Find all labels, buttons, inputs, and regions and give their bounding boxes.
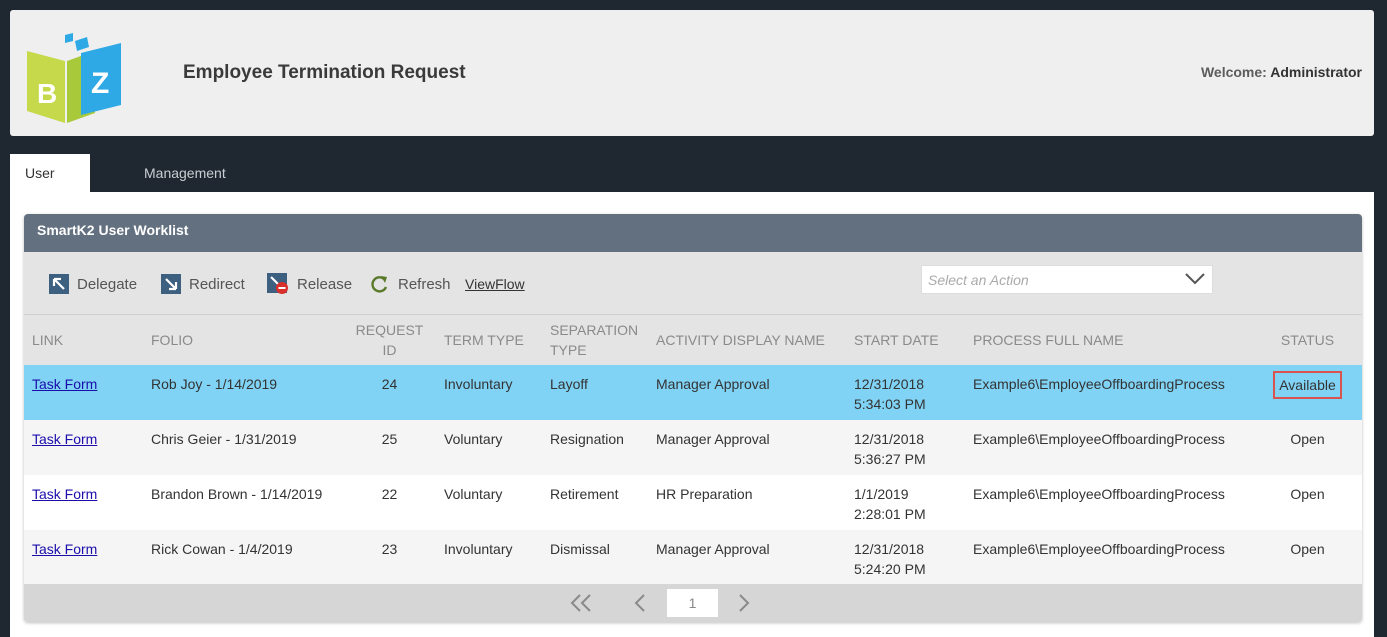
separation-type-cell: Resignation xyxy=(550,430,624,447)
table-row[interactable]: Task Form Rob Joy - 1/14/2019 24 Involun… xyxy=(24,364,1362,420)
request-id-cell: 23 xyxy=(381,540,398,557)
col-header-status[interactable]: STATUS xyxy=(1253,315,1362,365)
status-badge: Available xyxy=(1273,370,1342,399)
task-form-link[interactable]: Task Form xyxy=(32,431,97,447)
status-cell: Open xyxy=(1290,485,1325,502)
welcome-user: Administrator xyxy=(1270,64,1362,80)
col-header-separation-line2: TYPE xyxy=(550,341,587,358)
pagination: 1 xyxy=(24,584,1362,622)
start-time: 5:34:03 PM xyxy=(854,395,926,412)
redirect-label: Redirect xyxy=(189,275,245,293)
col-header-process[interactable]: PROCESS FULL NAME xyxy=(965,315,1253,365)
request-id-cell: 25 xyxy=(381,430,398,447)
welcome-text: Welcome: Administrator xyxy=(1201,64,1362,80)
svg-text:B: B xyxy=(37,78,57,109)
worklist-panel: SmartK2 User Worklist Delegate Redirect xyxy=(24,214,1362,622)
col-header-link[interactable]: LINK xyxy=(24,315,143,365)
chevron-down-icon xyxy=(1185,273,1205,285)
start-date: 12/31/2018 xyxy=(854,430,925,447)
start-date-cell: 12/31/2018 5:34:03 PM xyxy=(846,365,965,420)
start-date: 12/31/2018 xyxy=(854,540,925,557)
first-page-icon[interactable] xyxy=(569,592,593,614)
delegate-button[interactable]: Delegate xyxy=(49,273,137,295)
worklist-table: LINK FOLIO REQUEST ID TERM TYPE SEPARATI… xyxy=(24,314,1362,585)
term-type-cell: Involuntary xyxy=(444,375,513,392)
page-title: Employee Termination Request xyxy=(183,62,466,83)
folio-cell: Rob Joy - 1/14/2019 xyxy=(151,375,278,392)
request-id-cell: 22 xyxy=(381,485,398,502)
process-cell: Example6\EmployeeOffboardingProcess xyxy=(973,485,1225,502)
refresh-icon xyxy=(371,276,388,293)
col-header-separation-type[interactable]: SEPARATION TYPE xyxy=(542,315,648,365)
svg-text:Z: Z xyxy=(91,67,109,100)
start-date-cell: 12/31/2018 5:36:27 PM xyxy=(846,420,965,475)
process-cell: Example6\EmployeeOffboardingProcess xyxy=(973,375,1225,392)
folio-cell: Chris Geier - 1/31/2019 xyxy=(151,430,297,447)
term-type-cell: Voluntary xyxy=(444,485,503,502)
bz-logo: B Z xyxy=(27,33,121,123)
start-time: 2:28:01 PM xyxy=(854,505,926,522)
table-row[interactable]: Task Form Rick Cowan - 1/4/2019 23 Invol… xyxy=(24,529,1362,585)
table-row[interactable]: Task Form Brandon Brown - 1/14/2019 22 V… xyxy=(24,474,1362,530)
panel-title: SmartK2 User Worklist xyxy=(24,214,1362,252)
start-time: 5:24:20 PM xyxy=(854,560,926,577)
status-cell: Open xyxy=(1290,430,1325,447)
folio-cell: Rick Cowan - 1/4/2019 xyxy=(151,540,293,557)
task-form-link[interactable]: Task Form xyxy=(32,486,97,502)
folio-cell: Brandon Brown - 1/14/2019 xyxy=(151,485,323,502)
redirect-button[interactable]: Redirect xyxy=(161,273,245,295)
activity-cell: Manager Approval xyxy=(656,430,770,447)
activity-cell: HR Preparation xyxy=(656,485,753,502)
release-button[interactable]: Release xyxy=(267,273,352,295)
term-type-cell: Voluntary xyxy=(444,430,503,447)
col-header-request-id[interactable]: REQUEST ID xyxy=(343,315,436,365)
release-icon xyxy=(267,273,288,294)
activity-cell: Manager Approval xyxy=(656,375,770,392)
tab-management-worklist[interactable]: Management Worklist xyxy=(129,154,241,219)
col-header-folio[interactable]: FOLIO xyxy=(143,315,343,365)
start-date: 12/31/2018 xyxy=(854,375,925,392)
process-cell: Example6\EmployeeOffboardingProcess xyxy=(973,430,1225,447)
col-header-activity[interactable]: ACTIVITY DISPLAY NAME xyxy=(648,315,846,365)
start-date-cell: 12/31/2018 5:24:20 PM xyxy=(846,530,965,585)
table-header-row: LINK FOLIO REQUEST ID TERM TYPE SEPARATI… xyxy=(24,314,1362,365)
status-cell: Open xyxy=(1290,540,1325,557)
action-select[interactable]: Select an Action xyxy=(921,265,1213,294)
term-type-cell: Involuntary xyxy=(444,540,513,557)
delegate-icon xyxy=(49,274,69,294)
col-header-start-date[interactable]: START DATE xyxy=(846,315,965,365)
task-form-link[interactable]: Task Form xyxy=(32,541,97,557)
activity-cell: Manager Approval xyxy=(656,540,770,557)
task-form-link[interactable]: Task Form xyxy=(32,376,97,392)
worklist-toolbar: Delegate Redirect Release Refresh ViewFl… xyxy=(24,252,1362,314)
action-select-placeholder: Select an Action xyxy=(928,272,1029,288)
col-header-request-id-line1: REQUEST xyxy=(355,321,424,338)
content-area: SmartK2 User Worklist Delegate Redirect xyxy=(10,192,1374,637)
refresh-label: Refresh xyxy=(398,275,451,293)
refresh-button[interactable]: Refresh xyxy=(370,273,451,295)
redirect-icon xyxy=(161,274,181,294)
col-header-separation-line1: SEPARATION xyxy=(550,321,639,338)
col-header-term-type[interactable]: TERM TYPE xyxy=(436,315,542,365)
separation-type-cell: Layoff xyxy=(550,375,588,392)
release-label: Release xyxy=(297,275,353,293)
previous-page-icon[interactable] xyxy=(633,592,647,614)
separation-type-cell: Dismissal xyxy=(550,540,610,557)
welcome-label: Welcome: xyxy=(1200,64,1267,80)
table-row[interactable]: Task Form Chris Geier - 1/31/2019 25 Vol… xyxy=(24,419,1362,475)
start-time: 5:36:27 PM xyxy=(854,450,926,467)
request-id-cell: 24 xyxy=(381,375,398,392)
next-page-icon[interactable] xyxy=(737,592,751,614)
col-header-request-id-line2: ID xyxy=(382,341,397,358)
tab-user-worklist[interactable]: User Worklist xyxy=(10,154,90,219)
status-cell: Available xyxy=(1253,365,1362,420)
viewflow-link[interactable]: ViewFlow xyxy=(465,276,525,292)
page-number-input[interactable]: 1 xyxy=(667,589,718,617)
separation-type-cell: Retirement xyxy=(550,485,619,502)
delegate-label: Delegate xyxy=(77,275,138,293)
start-date: 1/1/2019 xyxy=(854,485,909,502)
process-cell: Example6\EmployeeOffboardingProcess xyxy=(973,540,1225,557)
app-header: B Z Employee Termination Request Welcome… xyxy=(10,10,1374,136)
start-date-cell: 1/1/2019 2:28:01 PM xyxy=(846,475,965,530)
